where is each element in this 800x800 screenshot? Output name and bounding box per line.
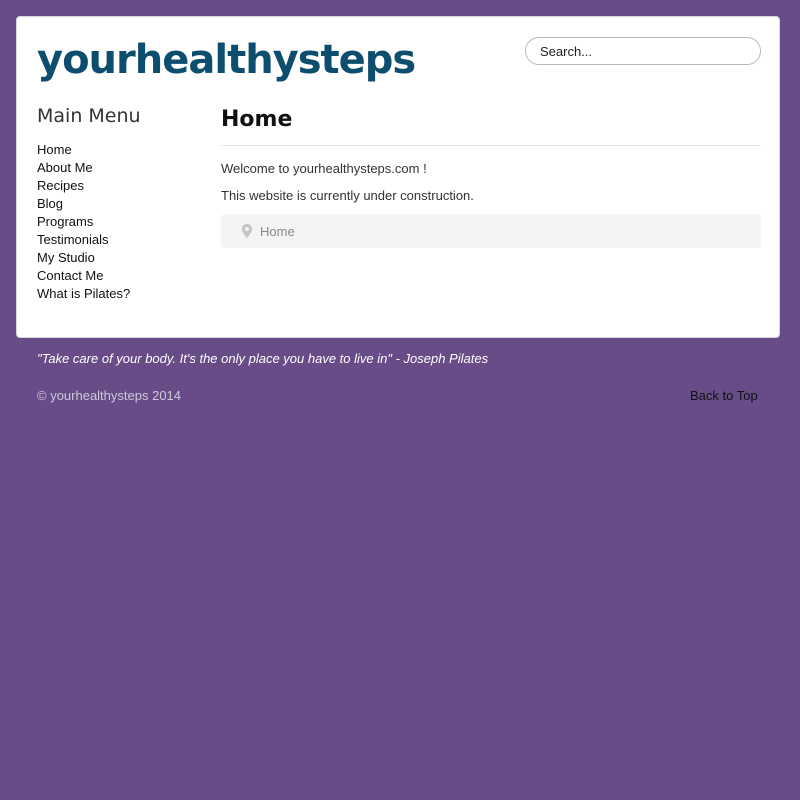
breadcrumb: Home [221,214,761,248]
menu-item-home: Home [37,141,130,159]
menu-item-about-me: About Me [37,159,130,177]
menu-link[interactable]: Testimonials [37,232,109,247]
menu-link[interactable]: What is Pilates? [37,286,130,301]
menu-item-programs: Programs [37,213,130,231]
menu-item-recipes: Recipes [37,177,130,195]
breadcrumb-home[interactable]: Home [260,224,295,239]
main-menu: Home About Me Recipes Blog Programs Test… [37,141,130,303]
main-menu-title: Main Menu [37,105,141,127]
page-title: Home [221,105,761,146]
menu-link[interactable]: My Studio [37,250,95,265]
menu-link[interactable]: Contact Me [37,268,103,283]
menu-link[interactable]: About Me [37,160,93,175]
map-pin-icon [242,224,252,238]
search-input[interactable] [525,37,761,65]
copyright-text: © yourhealthysteps 2014 [37,388,182,403]
construction-text: This website is currently under construc… [221,188,474,203]
footer-quote: "Take care of your body. It's the only p… [37,351,489,366]
menu-link[interactable]: Recipes [37,178,84,193]
menu-link[interactable]: Programs [37,214,93,229]
menu-item-what-is-pilates: What is Pilates? [37,285,130,303]
menu-link[interactable]: Home [37,142,72,157]
back-to-top-link[interactable]: Back to Top [690,388,758,403]
welcome-text: Welcome to yourhealthysteps.com ! [221,161,427,176]
main-card: yourhealthysteps Main Menu Home About Me… [16,16,780,338]
menu-item-blog: Blog [37,195,130,213]
menu-item-contact-me: Contact Me [37,267,130,285]
menu-link[interactable]: Blog [37,196,63,211]
main-content: Home Welcome to yourhealthysteps.com ! T… [221,105,761,248]
site-logo[interactable]: yourhealthysteps [37,37,416,83]
menu-item-testimonials: Testimonials [37,231,130,249]
menu-item-my-studio: My Studio [37,249,130,267]
